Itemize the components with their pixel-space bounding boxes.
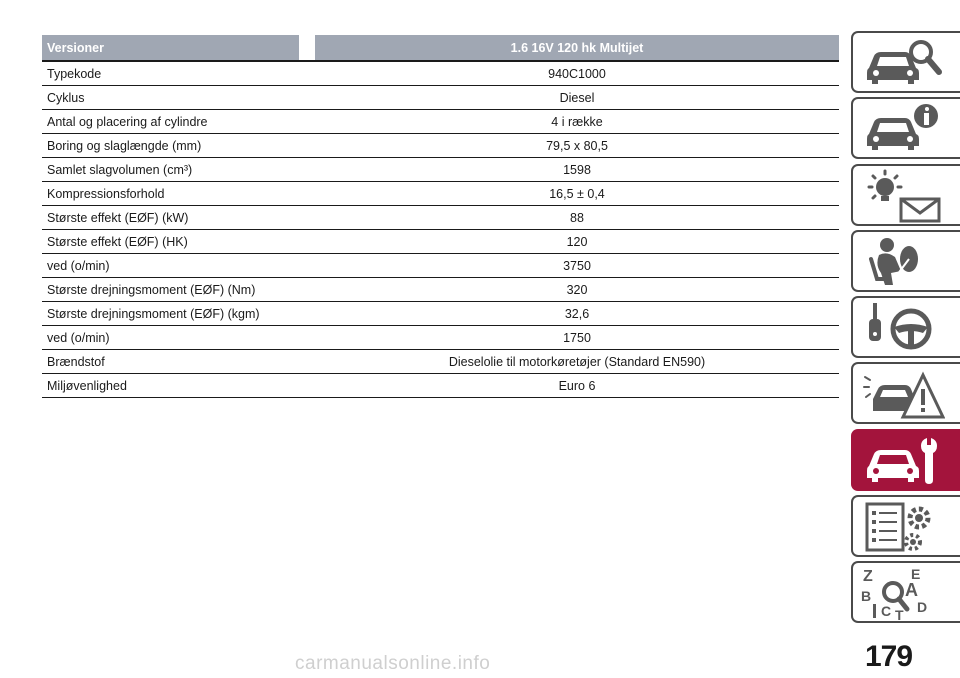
tab-maintenance-technical[interactable] — [851, 428, 960, 491]
car-wrench-icon — [867, 437, 937, 484]
row-label: Største effekt (EØF) (kW) — [47, 210, 189, 225]
chapter-tabs: Z E A B C D T — [851, 31, 960, 628]
table-row: Antal og placering af cylindre 4 i række — [42, 110, 839, 134]
tab-index[interactable]: Z E A B C D T — [851, 561, 960, 624]
row-value: 940C1000 — [548, 66, 606, 81]
tab-safety[interactable] — [851, 229, 960, 292]
tab-technical-data[interactable] — [851, 495, 960, 558]
table-row: Miljøvenlighed Euro 6 — [42, 374, 839, 398]
table-row: Største drejningsmoment (EØF) (kgm) 32,6 — [42, 302, 839, 326]
header-value: 1.6 16V 120 hk Multijet — [315, 35, 839, 60]
table-row: Typekode 940C1000 — [42, 62, 839, 86]
table-row: Cyklus Diesel — [42, 86, 839, 110]
row-label: Boring og slaglængde (mm) — [47, 138, 202, 153]
row-label: Typekode — [47, 66, 102, 81]
row-value: 1750 — [563, 330, 591, 345]
row-label: Største drejningsmoment (EØF) (kgm) — [47, 306, 260, 321]
checklist-gear-icon — [865, 502, 931, 552]
row-value: 32,6 — [564, 306, 590, 321]
table-header: Versioner 1.6 16V 120 hk Multijet — [42, 35, 839, 60]
car-accident-warning-icon — [863, 371, 945, 419]
row-value: 16,5 ± 0,4 — [549, 186, 605, 201]
tab-emergency[interactable] — [851, 362, 960, 425]
table-row: Samlet slagvolumen (cm³) 1598 — [42, 158, 839, 182]
tab-car-search[interactable] — [851, 31, 960, 93]
row-value: Euro 6 — [558, 378, 596, 393]
index-letter-c: C — [881, 603, 891, 619]
row-value: Diesel — [559, 90, 595, 105]
header-label: Versioner — [42, 35, 299, 60]
row-label: Brændstof — [47, 354, 105, 369]
row-value: 320 — [566, 282, 588, 297]
car-info-icon — [867, 104, 938, 151]
spec-table: Versioner 1.6 16V 120 hk Multijet Typeko… — [42, 35, 839, 398]
table-row: Kompressionsforhold 16,5 ± 0,4 — [42, 182, 839, 206]
index-letter-d: D — [917, 599, 927, 615]
table-row: Største effekt (EØF) (HK) 120 — [42, 230, 839, 254]
table-row: Største effekt (EØF) (kW) 88 — [42, 206, 839, 230]
table-row: Største drejningsmoment (EØF) (Nm) 320 — [42, 278, 839, 302]
row-value: 3750 — [563, 258, 591, 273]
row-label: ved (o/min) — [47, 330, 110, 345]
row-label: Samlet slagvolumen (cm³) — [47, 162, 193, 177]
row-label: Kompressionsforhold — [47, 186, 165, 201]
index-letter-b: B — [861, 588, 871, 604]
tab-car-info[interactable] — [851, 97, 960, 160]
table-row: Brændstof Dieselolie til motorkøretøjer (… — [42, 350, 839, 374]
watermark: carmanualsonline.info — [295, 653, 491, 674]
key-steering-wheel-icon — [869, 303, 932, 350]
row-value: 1598 — [563, 162, 591, 177]
row-label: ved (o/min) — [47, 258, 110, 273]
row-label: Miljøvenlighed — [47, 378, 127, 393]
row-value: 88 — [570, 210, 584, 225]
row-label: Cyklus — [47, 90, 85, 105]
index-letter-z: Z — [863, 568, 873, 585]
row-value: Dieselolie til motorkøretøjer (Standard … — [448, 354, 706, 369]
page-number: 179 — [865, 640, 913, 673]
airbag-seat-icon — [869, 237, 918, 285]
index-letter-a: A — [905, 580, 918, 600]
car-search-icon — [867, 40, 942, 84]
row-label: Største drejningsmoment (EØF) (Nm) — [47, 282, 256, 297]
row-value: 120 — [566, 234, 588, 249]
tab-warning-lights[interactable] — [851, 163, 960, 226]
table-row: Boring og slaglængde (mm) 79,5 x 80,5 — [42, 134, 839, 158]
warning-light-message-icon — [867, 169, 941, 223]
row-value: 79,5 x 80,5 — [546, 138, 608, 153]
row-value: 4 i række — [551, 114, 603, 129]
row-label: Største effekt (EØF) (HK) — [47, 234, 188, 249]
index-search-icon: Z E A B C D T — [861, 566, 927, 620]
table-row: ved (o/min) 1750 — [42, 326, 839, 350]
index-letter-t: T — [895, 607, 904, 620]
table-row: ved (o/min) 3750 — [42, 254, 839, 278]
row-label: Antal og placering af cylindre — [47, 114, 208, 129]
tab-starting-driving[interactable] — [851, 296, 960, 359]
